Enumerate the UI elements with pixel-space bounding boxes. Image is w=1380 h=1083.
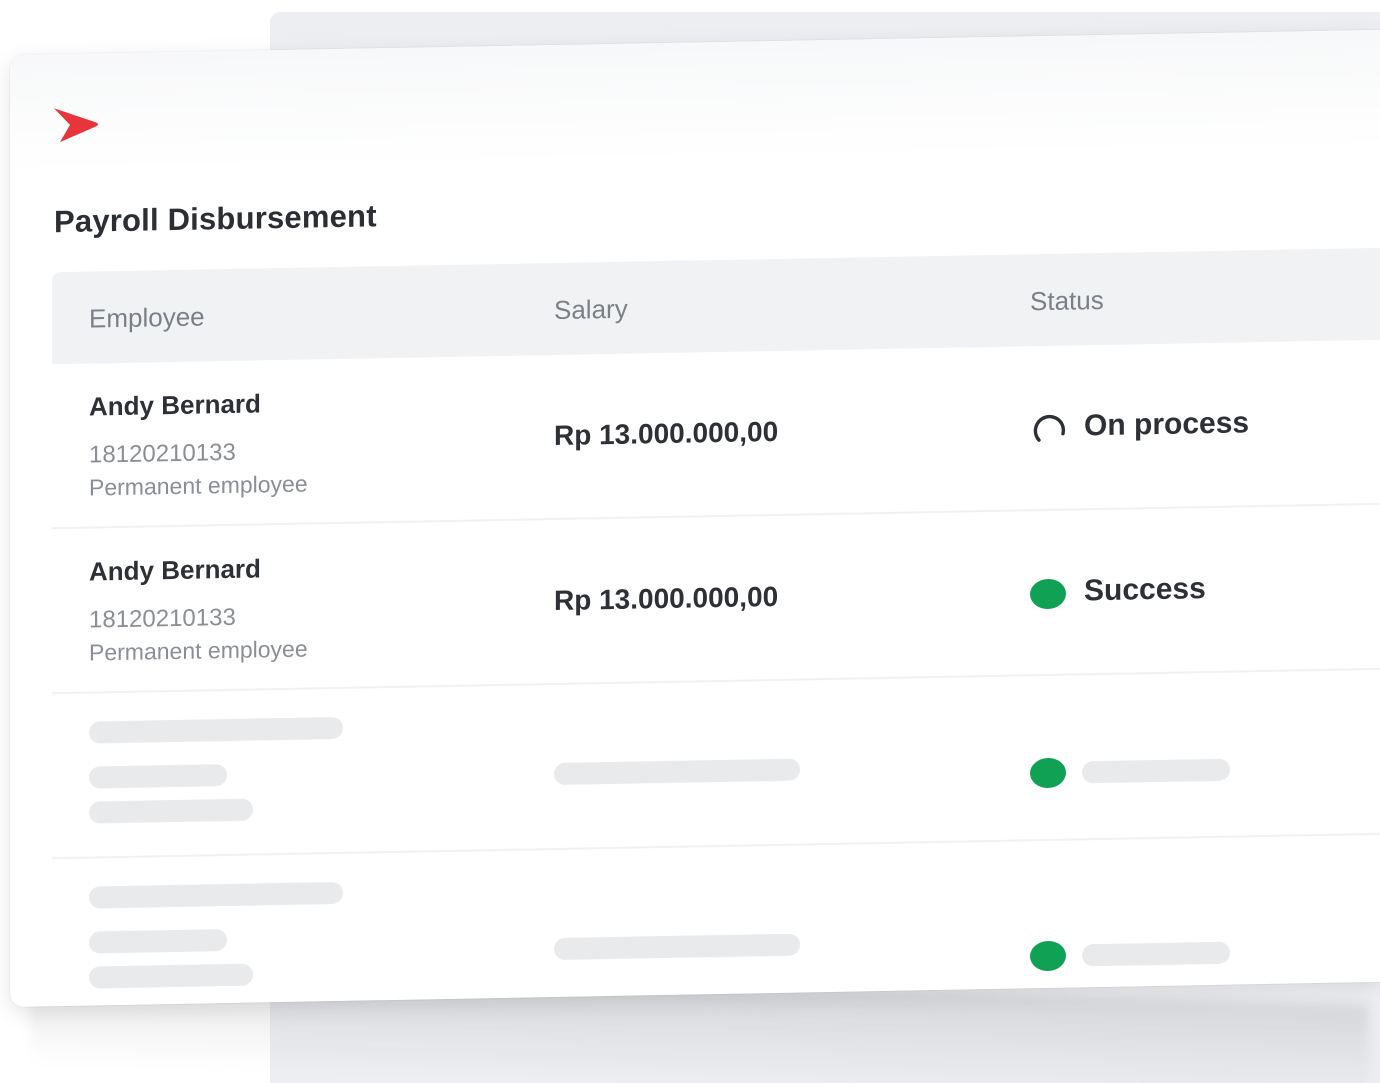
status-dot-icon [1030, 757, 1066, 789]
employee-name: Andy Bernard [89, 553, 261, 587]
employee-type: Permanent employee [89, 470, 308, 501]
salary-amount: Rp 13.000.000,00 [554, 580, 779, 617]
skeleton-status [1082, 758, 1230, 784]
skeleton-name [89, 881, 343, 909]
skeleton-name [89, 716, 343, 744]
skeleton-type [89, 963, 253, 989]
chevron-right-logo-icon[interactable] [52, 103, 100, 146]
skeleton-id [89, 764, 227, 789]
payroll-table: Employee Salary Status Andy Bernard 1812… [52, 247, 1380, 1007]
status-label: On process [1084, 406, 1250, 443]
employee-id: 18120210133 [89, 603, 236, 634]
status-dot-icon [1030, 940, 1066, 972]
skeleton-type [89, 798, 253, 824]
skeleton-row [52, 835, 1380, 1007]
skeleton-salary [554, 933, 800, 961]
skeleton-status [1082, 941, 1230, 967]
top-bar [10, 29, 1380, 174]
page-title: Payroll Disbursement [54, 198, 377, 240]
table-row[interactable]: Andy Bernard 18120210133 Permanent emplo… [52, 504, 1380, 695]
salary-amount: Rp 13.000.000,00 [554, 415, 779, 452]
screen: Payroll Disbursement Employee Salary Sta… [0, 0, 1380, 1083]
skeleton-id [89, 929, 227, 954]
column-header-employee[interactable]: Employee [89, 301, 205, 334]
employee-name: Andy Bernard [89, 388, 261, 422]
skeleton-row [52, 669, 1380, 860]
table-row[interactable]: Andy Bernard 18120210133 Permanent emplo… [52, 339, 1380, 530]
column-header-salary[interactable]: Salary [554, 294, 628, 326]
employee-id: 18120210133 [89, 438, 236, 469]
success-dot-icon [1030, 578, 1066, 610]
column-header-status[interactable]: Status [1030, 285, 1104, 317]
spinner-icon [1033, 414, 1066, 442]
skeleton-salary [554, 758, 800, 786]
payroll-card: Payroll Disbursement Employee Salary Sta… [10, 29, 1380, 1008]
status-label: Success [1084, 572, 1206, 608]
employee-type: Permanent employee [89, 635, 308, 666]
